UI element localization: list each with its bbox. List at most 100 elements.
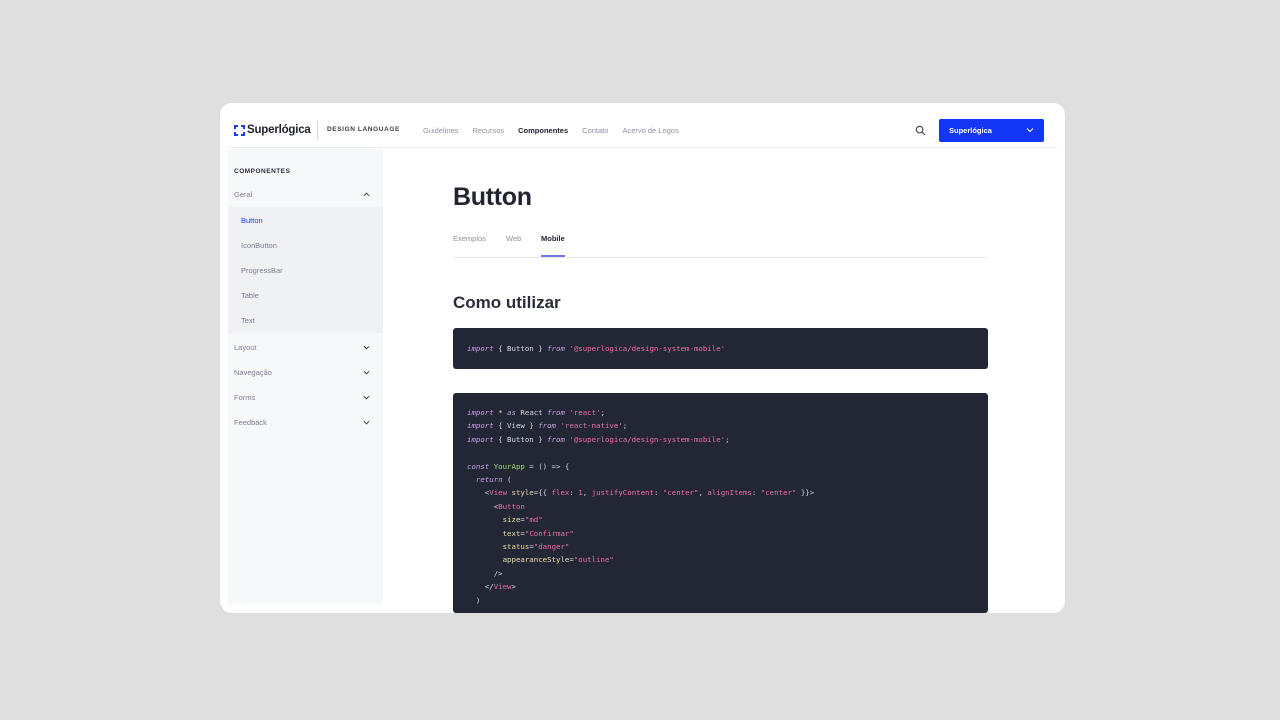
sidebar-group-label: Feedback: [234, 418, 267, 427]
code-token: ,: [582, 488, 592, 498]
code-token: '@superlogica/design-system-mobile': [564, 344, 726, 353]
sidebar-item-table[interactable]: Table: [241, 291, 259, 300]
code-token: = () => {: [524, 461, 570, 471]
code-token: style: [507, 488, 534, 498]
code-token: "md": [524, 515, 543, 525]
sidebar-item-progressbar[interactable]: ProgressBar: [241, 266, 283, 275]
code-token: "danger": [533, 542, 570, 551]
brand-select-label: Superlógica: [949, 126, 992, 135]
chevron-down-icon: [1026, 128, 1034, 133]
code-token: ;: [725, 434, 730, 444]
sidebar-title: COMPONENTES: [234, 168, 291, 175]
code-token: "center": [662, 488, 699, 498]
code-token: />: [467, 568, 503, 578]
sidebar-item-iconbutton[interactable]: IconButton: [241, 241, 277, 250]
code-token: View: [489, 488, 508, 498]
chevron-down-icon: [363, 395, 370, 400]
code-token: View: [493, 582, 512, 592]
nav-contato[interactable]: Contato: [582, 126, 608, 135]
nav-acervo-de-logos[interactable]: Acervo de Logos: [622, 126, 678, 135]
code-line: ): [467, 596, 480, 607]
code-token: justifyContent: [591, 488, 654, 498]
code-token: from: [547, 344, 565, 353]
chevron-down-icon: [363, 370, 370, 375]
code-token: from: [538, 421, 557, 431]
code-token: { View }: [493, 421, 539, 431]
sidebar-group-label: Navegação: [234, 368, 272, 377]
tab-mobile[interactable]: Mobile: [541, 234, 565, 257]
nav-guidelines[interactable]: Guidelines: [423, 126, 458, 135]
code-token: ={{: [533, 488, 552, 498]
logo-text: Superlógica: [247, 124, 311, 136]
header-divider: [228, 147, 1057, 148]
code-token: 'react-native': [556, 421, 623, 431]
code-token: >: [511, 582, 516, 592]
code-line: appearanceStyle="outline": [467, 555, 614, 566]
page-title: Button: [453, 183, 532, 211]
code-token: return: [475, 475, 503, 484]
code-token: '@superlogica/design-system-mobile': [564, 434, 726, 444]
nav-recursos[interactable]: Recursos: [472, 126, 504, 135]
code-token: { Button }: [493, 344, 548, 353]
code-token: text: [502, 528, 521, 538]
sidebar-group-label: Layout: [234, 343, 257, 352]
app-window: Superlógica DESIGN LANGUAGE Guidelines R…: [220, 103, 1065, 613]
code-line: text="Confirmar": [467, 529, 574, 540]
code-token: }}>: [796, 488, 815, 498]
code-token: :: [569, 488, 579, 498]
sidebar-group-layout[interactable]: Layout: [228, 335, 383, 360]
code-token: :: [751, 488, 761, 498]
code-token: ;: [622, 421, 628, 431]
sidebar-group-geral[interactable]: Geral: [228, 182, 383, 207]
code-line: import * as React from 'react';: [467, 408, 605, 419]
nav-componentes[interactable]: Componentes: [518, 126, 568, 135]
code-line: <View style={{ flex: 1, justifyContent: …: [467, 488, 814, 499]
top-header: Superlógica DESIGN LANGUAGE Guidelines R…: [220, 103, 1065, 148]
tab-web[interactable]: Web: [506, 234, 521, 257]
code-token: "Confirmar": [524, 528, 574, 538]
code-token: <: [467, 501, 499, 511]
code-token: (: [502, 475, 512, 484]
code-token: { Button }: [493, 434, 548, 444]
code-line: import { Button } from '@superlogica/des…: [467, 344, 725, 353]
sidebar-group-navegacao[interactable]: Navegação: [228, 360, 383, 385]
sidebar-item-button[interactable]: Button: [241, 216, 263, 225]
sidebar-group-forms[interactable]: Forms: [228, 385, 383, 410]
code-token: ;: [600, 408, 605, 417]
code-token: flex: [551, 488, 570, 498]
code-token: import: [467, 408, 494, 417]
chevron-down-icon: [363, 345, 370, 350]
superlogica-logo-icon: [234, 124, 245, 136]
code-line: import { Button } from '@superlogica/des…: [467, 435, 730, 446]
sidebar: COMPONENTES Geral Button IconButton Prog…: [228, 149, 383, 605]
tab-exemplos[interactable]: Exemplos: [453, 234, 486, 257]
search-icon[interactable]: [915, 125, 926, 136]
code-token: from: [547, 408, 565, 417]
sidebar-group-feedback[interactable]: Feedback: [228, 410, 383, 435]
code-token: from: [547, 434, 565, 444]
code-line: import { View } from 'react-native';: [467, 421, 627, 432]
code-line: <Button: [467, 502, 525, 513]
brand-select[interactable]: Superlógica: [939, 119, 1044, 142]
sidebar-item-text[interactable]: Text: [241, 316, 255, 325]
code-token: <: [467, 488, 490, 498]
code-token: as: [507, 408, 516, 417]
code-line: status="danger": [467, 542, 570, 553]
code-token: YourApp: [489, 461, 525, 471]
code-token: "outline": [573, 555, 614, 565]
logo[interactable]: Superlógica: [234, 122, 311, 138]
code-line: />: [467, 569, 503, 580]
code-token: 'react': [564, 408, 601, 417]
code-token: appearanceStyle: [502, 555, 570, 565]
code-token: "center": [760, 488, 797, 498]
code-block-import: import { Button } from '@superlogica/des…: [453, 328, 988, 369]
sidebar-group-label: Forms: [234, 393, 256, 402]
code-token: alignItems: [707, 488, 752, 498]
chevron-down-icon: [363, 420, 370, 425]
logo-subtitle: DESIGN LANGUAGE: [327, 126, 400, 133]
